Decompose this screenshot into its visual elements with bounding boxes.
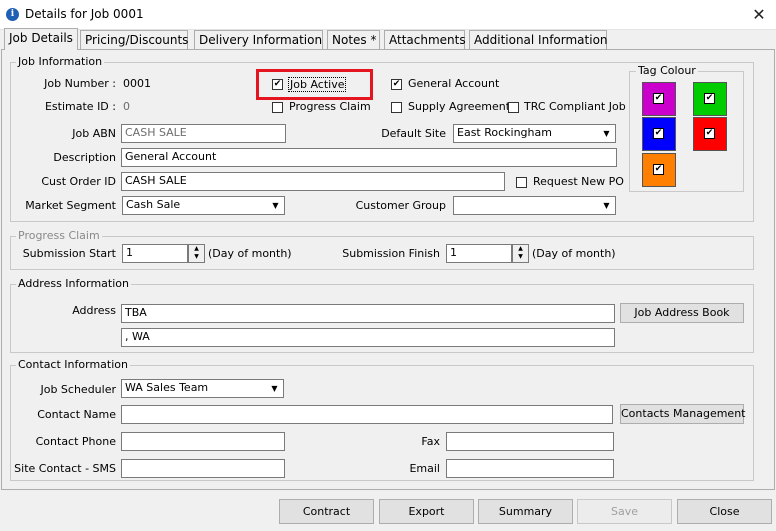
request-new-po-label: Request New PO: [533, 175, 624, 188]
contact-name-label: Contact Name: [37, 408, 116, 421]
job-number-value: 0001: [123, 77, 151, 90]
customer-group-select[interactable]: ▼: [453, 196, 616, 215]
default-site-value: East Rockingham: [457, 126, 552, 139]
trc-compliant-label: TRC Compliant Job: [524, 100, 626, 113]
supply-agreement-checkbox[interactable]: [391, 102, 402, 113]
general-account-checkbox[interactable]: ✔: [391, 79, 402, 90]
tab-job-details[interactable]: Job Details: [4, 28, 78, 50]
spin-up-icon[interactable]: ▲: [189, 245, 204, 253]
contact-name-field[interactable]: [121, 405, 613, 424]
estimate-id-value: 0: [123, 100, 130, 113]
customer-group-label: Customer Group: [355, 199, 446, 212]
tag-checkbox: ✔: [653, 93, 664, 104]
job-scheduler-select[interactable]: WA Sales Team ▼: [121, 379, 284, 398]
close-button[interactable]: Close: [677, 499, 772, 524]
site-contact-sms-label: Site Contact - SMS: [14, 462, 116, 475]
tab-label: Pricing/Discounts: [85, 33, 189, 47]
spin-down-icon[interactable]: ▼: [189, 253, 204, 261]
general-account-label: General Account: [408, 77, 500, 90]
spin-up-icon[interactable]: ▲: [513, 245, 528, 253]
contacts-management-button[interactable]: Contacts Management: [620, 404, 746, 424]
submission-start-suffix: (Day of month): [208, 247, 292, 260]
job-scheduler-value: WA Sales Team: [125, 381, 209, 394]
market-segment-select[interactable]: Cash Sale ▼: [122, 196, 285, 215]
progress-claim-label: Progress Claim: [289, 100, 371, 113]
info-icon: i: [6, 8, 19, 21]
tab-label: Job Details: [9, 31, 73, 45]
request-new-po-checkbox[interactable]: [516, 177, 527, 188]
tag-checkbox: ✔: [704, 93, 715, 104]
tag-orange[interactable]: ✔: [642, 153, 676, 187]
chevron-down-icon: ▼: [271, 384, 278, 393]
submission-finish-suffix: (Day of month): [532, 247, 616, 260]
cust-order-id-label: Cust Order ID: [41, 175, 116, 188]
tab-label: Delivery Information: [199, 33, 323, 47]
summary-button[interactable]: Summary: [478, 499, 573, 524]
job-active-label[interactable]: Job Active: [288, 77, 347, 92]
spin-down-icon[interactable]: ▼: [513, 253, 528, 261]
default-site-select[interactable]: East Rockingham ▼: [453, 124, 616, 143]
tag-colour-title: Tag Colour: [636, 64, 698, 77]
tag-magenta[interactable]: ✔: [642, 82, 676, 116]
market-segment-value: Cash Sale: [126, 198, 181, 211]
tag-blue[interactable]: ✔: [642, 117, 676, 151]
tab-notes[interactable]: Notes *: [327, 30, 380, 49]
contact-phone-field[interactable]: [121, 432, 285, 451]
tag-checkbox: ✔: [704, 128, 715, 139]
estimate-id-label: Estimate ID :: [44, 100, 116, 113]
chevron-down-icon: ▼: [603, 129, 610, 138]
tab-pricing-discounts[interactable]: Pricing/Discounts: [80, 30, 188, 49]
tab-additional-information[interactable]: Additional Information: [469, 30, 608, 49]
save-button[interactable]: Save: [577, 499, 672, 524]
email-field[interactable]: [446, 459, 614, 478]
supply-agreement-label: Supply Agreement: [408, 100, 511, 113]
address-line1-field[interactable]: TBA: [121, 304, 615, 323]
job-number-label: Job Number :: [44, 77, 116, 90]
job-abn-label: Job ABN: [72, 127, 116, 140]
address-information-title: Address Information: [16, 277, 131, 290]
tag-checkbox: ✔: [653, 164, 664, 175]
export-button[interactable]: Export: [379, 499, 474, 524]
progress-claim-title: Progress Claim: [16, 229, 102, 242]
tag-checkbox: ✔: [653, 128, 664, 139]
market-segment-label: Market Segment: [25, 199, 116, 212]
tag-red[interactable]: ✔: [693, 117, 727, 151]
tab-label: Notes *: [332, 33, 377, 47]
contract-button[interactable]: Contract: [279, 499, 374, 524]
address-label: Address: [72, 304, 116, 317]
tab-label: Additional Information: [474, 33, 608, 47]
email-label: Email: [409, 462, 440, 475]
submission-finish-field[interactable]: 1: [446, 244, 512, 263]
submission-finish-label: Submission Finish: [342, 247, 440, 260]
contact-information-title: Contact Information: [16, 358, 130, 371]
tab-delivery-information[interactable]: Delivery Information: [194, 30, 323, 49]
progress-claim-checkbox[interactable]: [272, 102, 283, 113]
tag-green[interactable]: ✔: [693, 82, 727, 116]
site-contact-sms-field[interactable]: [121, 459, 285, 478]
tab-label: Attachments: [389, 33, 466, 47]
description-field[interactable]: General Account: [121, 148, 617, 167]
window-title: Details for Job 0001: [25, 7, 144, 21]
tab-attachments[interactable]: Attachments: [384, 30, 466, 49]
submission-start-label: Submission Start: [22, 247, 116, 260]
chevron-down-icon: ▼: [272, 201, 279, 210]
submission-start-field[interactable]: 1: [122, 244, 188, 263]
fax-label: Fax: [421, 435, 440, 448]
submission-start-spinner[interactable]: ▲ ▼: [188, 244, 205, 263]
fax-field[interactable]: [446, 432, 614, 451]
close-window-icon[interactable]: ✕: [748, 4, 770, 26]
contact-phone-label: Contact Phone: [35, 435, 116, 448]
default-site-label: Default Site: [381, 127, 446, 140]
job-address-book-button[interactable]: Job Address Book: [620, 303, 744, 323]
trc-compliant-checkbox[interactable]: [508, 102, 519, 113]
submission-finish-spinner[interactable]: ▲ ▼: [512, 244, 529, 263]
job-information-title: Job Information: [16, 55, 105, 68]
address-line2-field[interactable]: , WA: [121, 328, 615, 347]
job-active-checkbox[interactable]: ✔: [272, 79, 283, 90]
chevron-down-icon: ▼: [603, 201, 610, 210]
cust-order-id-field[interactable]: CASH SALE: [121, 172, 505, 191]
job-abn-field[interactable]: CASH SALE: [121, 124, 286, 143]
job-scheduler-label: Job Scheduler: [40, 383, 116, 396]
description-label: Description: [53, 151, 116, 164]
